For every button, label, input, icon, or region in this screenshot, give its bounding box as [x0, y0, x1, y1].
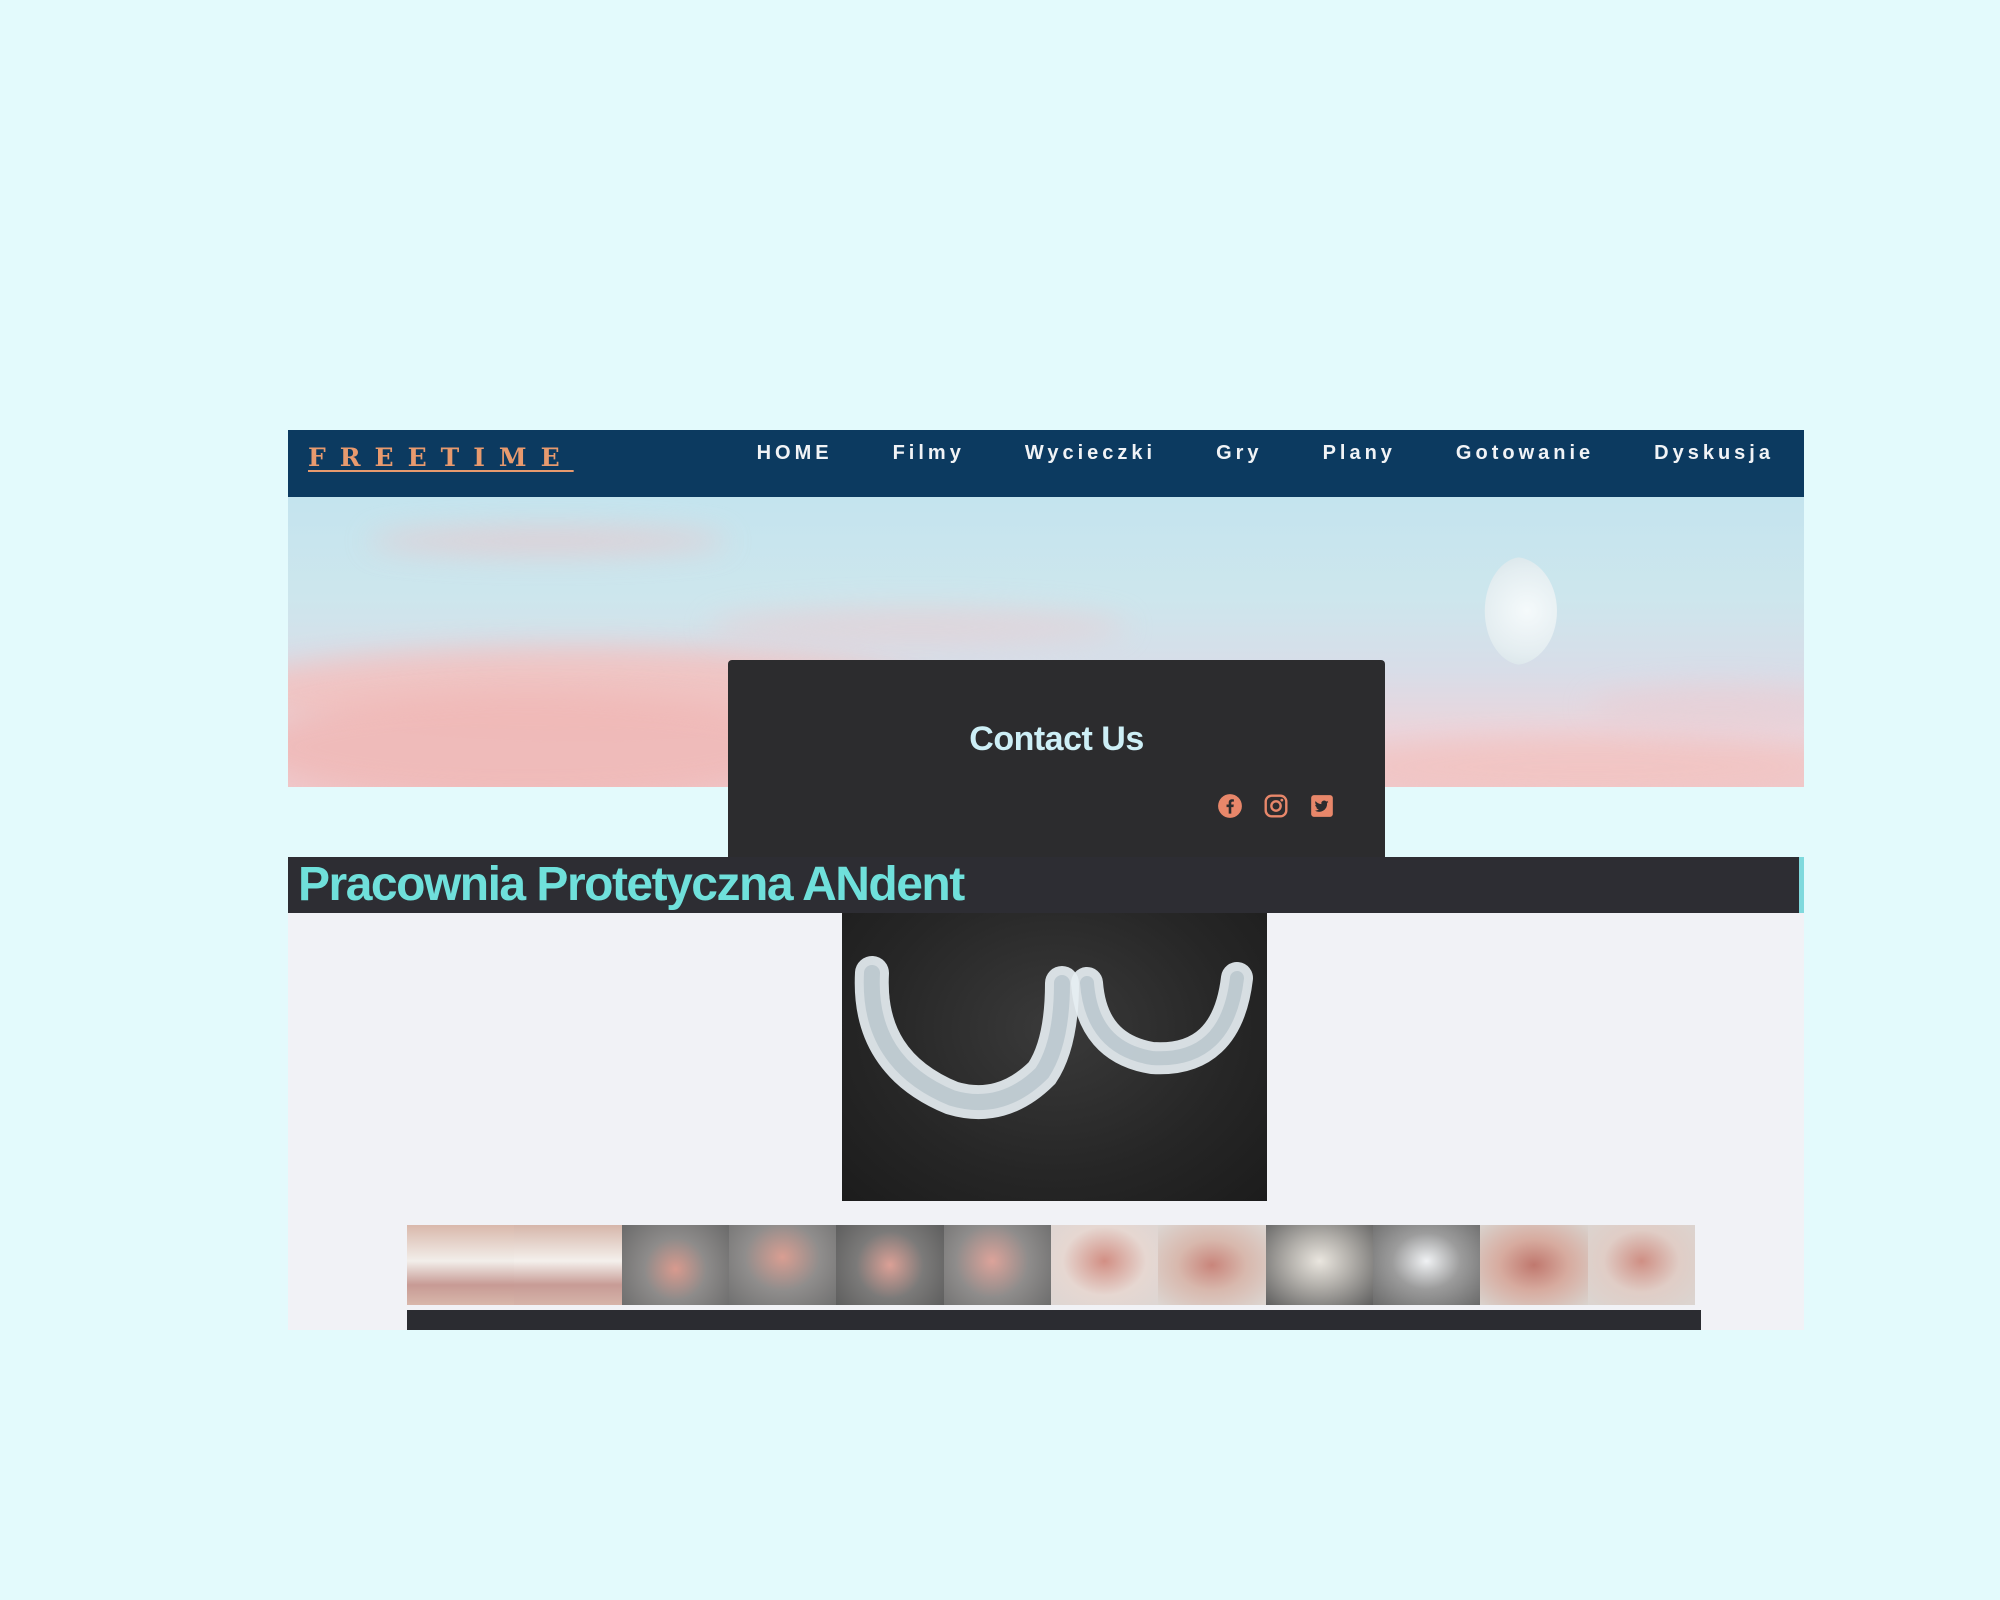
- thumbnail[interactable]: [728, 1225, 837, 1305]
- gallery-section: [288, 913, 1804, 1330]
- facebook-icon[interactable]: [1217, 793, 1243, 819]
- thumbnail[interactable]: [514, 1225, 622, 1305]
- nav-link-gotowanie[interactable]: Gotowanie: [1426, 430, 1624, 480]
- cloud: [1588, 687, 1804, 727]
- twitter-icon[interactable]: [1309, 793, 1335, 819]
- nav-link-gry[interactable]: Gry: [1186, 430, 1292, 480]
- thumbnail[interactable]: [621, 1225, 729, 1305]
- thumbnail[interactable]: [943, 1225, 1051, 1305]
- thumbnail[interactable]: [1050, 1225, 1159, 1305]
- thumbnail[interactable]: [1372, 1225, 1481, 1305]
- contact-title: Contact Us: [969, 720, 1144, 758]
- thumbnail-scroll-bar: [407, 1310, 1701, 1330]
- thumbnail[interactable]: [1265, 1225, 1373, 1305]
- thumbnail[interactable]: [1587, 1225, 1695, 1305]
- nav-link-dyskusja[interactable]: Dyskusja: [1624, 430, 1804, 480]
- dental-aligners-image: [854, 956, 1253, 1120]
- title-bar: Pracownia Protetyczna ANdent: [288, 857, 1804, 913]
- instagram-icon[interactable]: [1263, 793, 1289, 819]
- brand-logo[interactable]: FREETIME: [308, 438, 574, 478]
- cloud: [1338, 737, 1804, 787]
- nav-link-home[interactable]: HOME: [727, 430, 863, 480]
- nav-link-filmy[interactable]: Filmy: [863, 430, 995, 480]
- nav-link-wycieczki[interactable]: Wycieczki: [995, 430, 1186, 480]
- page-title: Pracownia Protetyczna ANdent: [298, 858, 965, 911]
- cloud: [368, 527, 728, 555]
- thumbnail[interactable]: [1158, 1225, 1266, 1305]
- contact-box: Contact Us: [728, 660, 1385, 858]
- cloud: [708, 607, 1128, 647]
- thumbnail[interactable]: [407, 1225, 515, 1305]
- moon: [1484, 557, 1557, 665]
- thumbnail[interactable]: [836, 1225, 944, 1305]
- social-links: [1217, 793, 1335, 819]
- nav-links: HOME Filmy Wycieczki Gry Plany Gotowanie…: [727, 430, 1804, 480]
- top-navbar: FREETIME HOME Filmy Wycieczki Gry Plany …: [288, 430, 1804, 497]
- page-frame: FREETIME HOME Filmy Wycieczki Gry Plany …: [288, 430, 1804, 1330]
- main-gallery-photo: [842, 913, 1267, 1201]
- nav-link-plany[interactable]: Plany: [1293, 430, 1426, 480]
- thumbnail-strip: [407, 1225, 1695, 1305]
- thumbnail[interactable]: [1480, 1225, 1588, 1305]
